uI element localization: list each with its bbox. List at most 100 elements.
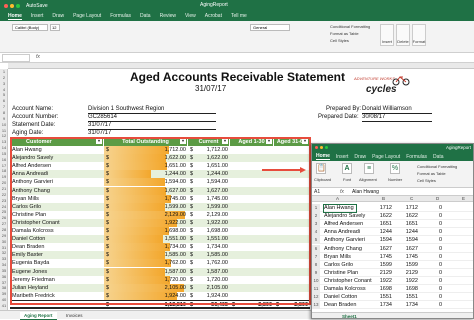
current-cell[interactable]: 1,594.00 — [188, 178, 230, 186]
customer-cell[interactable]: Jeremy Friedman — [12, 276, 102, 284]
table-row[interactable]: Jeremy Friedman1,720.001,720.00 — [10, 275, 310, 284]
table-row[interactable]: Emily Baxter1,585.001,585.00 — [10, 251, 310, 260]
table-row[interactable]: Maribeth Fredrick1,924.001,924.00 — [10, 291, 310, 300]
total-cell[interactable]: 1,734.00 — [104, 243, 188, 251]
current-cell[interactable]: 2,129.00 — [188, 211, 230, 219]
table-row[interactable]: Christopher Conant1,922.001,922.00 — [10, 218, 310, 227]
row-number[interactable]: 10 — [312, 276, 320, 285]
aged-1-30-cell[interactable] — [230, 268, 274, 276]
row-number[interactable]: 4 — [312, 228, 320, 237]
value-cell[interactable]: 1627 — [370, 245, 392, 253]
number-format-icon[interactable]: % — [390, 163, 400, 174]
row-number[interactable]: 7 — [312, 252, 320, 261]
header-customer[interactable]: Customer ▾ — [10, 137, 104, 146]
current-cell[interactable]: 1,622.00 — [188, 154, 230, 162]
row-number[interactable]: 16 — [0, 157, 8, 162]
mobile-table-row[interactable]: 12 Daniel Cotton 1551 1551 0 — [312, 293, 473, 302]
aged-31-60-cell[interactable] — [274, 195, 310, 203]
value-cell[interactable]: 1712 — [370, 204, 392, 212]
total-cell[interactable]: 1,922.00 — [104, 219, 188, 227]
font-name-select[interactable]: Calibri (Body) — [12, 24, 48, 31]
row-number[interactable]: 33 — [0, 256, 8, 261]
customer-cell[interactable]: Alejandro Savely — [12, 154, 102, 162]
aged-1-30-cell[interactable] — [230, 292, 274, 300]
aged-31-60-cell[interactable] — [274, 292, 310, 300]
maximize-icon[interactable] — [325, 146, 328, 149]
alignment-icon[interactable]: ≡ — [364, 163, 374, 174]
value-cell[interactable]: 1551 — [396, 293, 418, 301]
mobile-table-row[interactable]: 5 Anthony Garvieri 1594 1594 0 — [312, 236, 473, 245]
tab-page-layout[interactable]: Page Layout — [372, 154, 400, 160]
current-cell[interactable]: 1,244.00 — [188, 170, 230, 178]
aged-31-60-cell[interactable] — [274, 259, 310, 267]
aged-1-30-cell[interactable] — [230, 235, 274, 243]
row-number[interactable]: 7 — [0, 104, 8, 109]
row-number[interactable]: 8 — [0, 110, 8, 115]
customer-cell[interactable]: Julian Heyland — [12, 284, 102, 292]
row-number[interactable]: 6 — [0, 98, 8, 103]
current-cell[interactable]: 1,922.00 — [188, 219, 230, 227]
mobile-table-row[interactable]: 4 Anna Andreadi 1244 1244 0 — [312, 228, 473, 237]
table-row[interactable]: Alejandro Savely1,622.001,622.00 — [10, 154, 310, 163]
table-row[interactable]: Julian Heyland2,105.002,105.00 — [10, 283, 310, 292]
mobile-table-row[interactable]: 11 Damala Kolcross 1698 1698 0 — [312, 285, 473, 294]
font-size-select[interactable]: 12 — [50, 24, 60, 31]
header-aged-31-60[interactable]: Aged 31-60 ▾ — [274, 137, 310, 146]
row-number[interactable]: 14 — [0, 145, 8, 150]
current-cell[interactable]: 1,587.00 — [188, 268, 230, 276]
total-cell[interactable]: 2,105.00 — [104, 284, 188, 292]
aged-31-60-cell[interactable] — [274, 243, 310, 251]
mobile-table-row[interactable]: 10 Christopher Conant 1922 1922 0 — [312, 276, 473, 285]
value-cell[interactable]: 1651 — [396, 220, 418, 228]
table-row[interactable]: Daniel Cotton1,551.001,551.00 — [10, 235, 310, 244]
aged-31-60-cell[interactable] — [274, 268, 310, 276]
row-number[interactable]: 4 — [0, 87, 8, 92]
mobile-column-headers[interactable]: A B C D E — [312, 196, 473, 202]
total-cell[interactable]: 2,129.00 — [104, 211, 188, 219]
value-cell[interactable]: 1734 — [370, 301, 392, 309]
value-cell[interactable]: 1622 — [396, 212, 418, 220]
column-header-e[interactable]: E — [462, 196, 465, 201]
customer-cell[interactable]: Daniel Cotton — [12, 235, 102, 243]
total-cell[interactable]: 1,599.00 — [104, 203, 188, 211]
value-cell[interactable]: 0 — [424, 236, 442, 244]
value-cell[interactable]: 1622 — [370, 212, 392, 220]
customer-cell[interactable]: Anthony Garvieri — [12, 178, 102, 186]
aged-1-30-cell[interactable] — [230, 154, 274, 162]
aged-1-30-total-cell[interactable]: 2,800 — [230, 301, 274, 310]
table-row[interactable]: Eugene Jones1,587.001,587.00 — [10, 267, 310, 276]
row-number[interactable]: 23 — [0, 198, 8, 203]
total-cell[interactable]: 1,627.00 — [104, 187, 188, 195]
current-cell[interactable]: 1,712.00 — [188, 146, 230, 154]
tab-view[interactable]: View — [185, 13, 196, 19]
total-cell[interactable]: 1,594.00 — [104, 178, 188, 186]
format-cells-button[interactable]: Format — [412, 24, 426, 46]
row-number[interactable]: 3 — [312, 220, 320, 229]
current-cell[interactable]: 1,651.00 — [188, 162, 230, 170]
aged-1-30-cell[interactable] — [230, 187, 274, 195]
current-cell[interactable]: 1,762.00 — [188, 259, 230, 267]
row-number[interactable]: 6 — [312, 244, 320, 253]
row-number[interactable]: 38 — [0, 285, 8, 290]
total-cell[interactable]: 1,244.00 — [104, 170, 188, 178]
filter-dropdown-icon[interactable]: ▾ — [222, 138, 228, 144]
filter-dropdown-icon[interactable]: ▾ — [302, 138, 308, 144]
mobile-table-row[interactable]: 3 Alfred Andersen 1651 1651 0 — [312, 220, 473, 229]
mobile-table-row[interactable]: 9 Christine Plan 2129 2129 0 — [312, 268, 473, 277]
table-row[interactable]: Damala Kolcross1,698.001,698.00 — [10, 227, 310, 236]
customer-cell[interactable]: Alfred Andersen — [12, 162, 102, 170]
table-row[interactable]: Anthony Chang1,627.001,627.00 — [10, 186, 310, 195]
column-header-d[interactable]: D — [436, 196, 439, 201]
row-number[interactable]: 11 — [0, 128, 8, 133]
total-cell[interactable]: 1,698.00 — [104, 227, 188, 235]
header-total-outstanding[interactable]: Total Outstanding ▾ — [104, 137, 188, 146]
row-number[interactable]: 18 — [0, 168, 8, 173]
name-cell[interactable]: Dean Braden — [324, 301, 368, 309]
row-number[interactable]: 34 — [0, 262, 8, 267]
customer-cell[interactable]: Christopher Conant — [12, 219, 102, 227]
mobile-name-box[interactable]: A1 — [314, 189, 320, 195]
aged-31-60-cell[interactable] — [274, 219, 310, 227]
maximize-icon[interactable] — [16, 3, 20, 8]
row-number[interactable]: 30 — [0, 239, 8, 244]
customer-cell[interactable]: Carlos Grilo — [12, 203, 102, 211]
